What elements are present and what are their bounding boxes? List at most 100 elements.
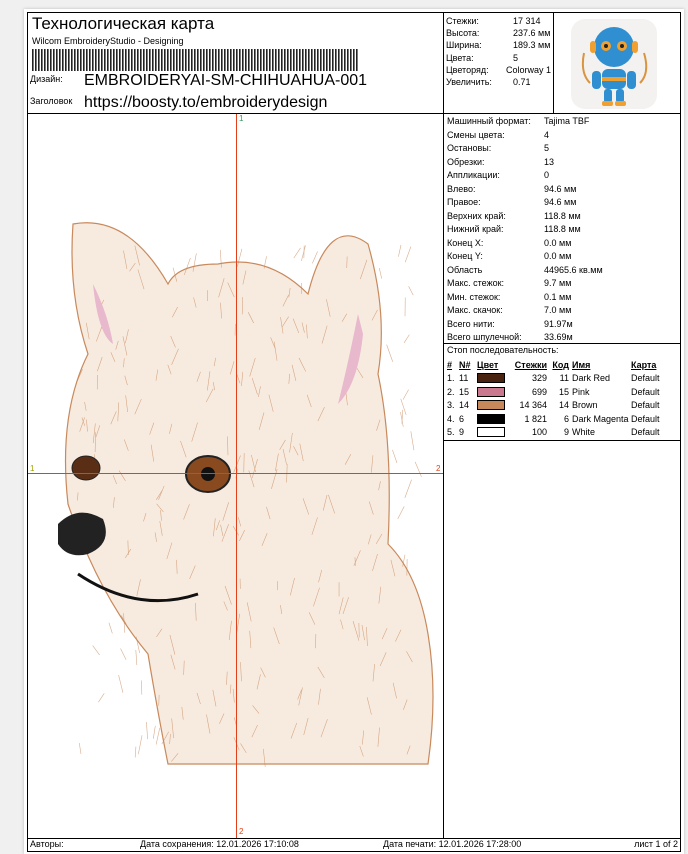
stat-row: Макс. стежок:9.7 мм	[447, 277, 677, 291]
stat-label: Машинный формат:	[447, 115, 544, 129]
stat-row: Правое:94.6 мм	[447, 196, 677, 210]
stat-label: Область	[447, 264, 544, 278]
stat-value: 237.6 мм	[513, 27, 550, 39]
footer-bar	[27, 838, 681, 852]
stat-label: Высота:	[446, 27, 513, 39]
save-date: Дата сохранения: 12.01.2026 17:10:08	[140, 839, 299, 849]
fur-stitch	[387, 345, 393, 362]
stat-label: Смены цвета:	[447, 129, 544, 143]
stat-label: Всего нити:	[447, 318, 544, 332]
barcode-bar	[230, 49, 232, 71]
stat-value: 0	[544, 169, 549, 183]
stat-label: Конец X:	[447, 237, 544, 251]
stat-row: Смены цвета:4	[447, 129, 677, 143]
app-subtitle: Wilcom EmbroideryStudio - Designing	[32, 36, 184, 46]
barcode-bar	[50, 49, 52, 71]
stat-value: 0.0 мм	[544, 250, 571, 264]
barcode-bar	[125, 49, 127, 71]
page-title: Технологическая карта	[32, 14, 214, 34]
fur-stitch	[415, 462, 421, 477]
barcode-bar	[260, 49, 262, 71]
fur-stitch	[119, 675, 123, 693]
barcode-bar	[245, 49, 247, 71]
barcode-bar	[68, 49, 70, 71]
stat-label: Верхних край:	[447, 210, 544, 224]
stat-label: Стежки:	[446, 15, 513, 27]
stat-label: Остановы:	[447, 142, 544, 156]
barcode-bar	[47, 49, 49, 71]
barcode-bar	[137, 49, 139, 71]
color-barcode	[32, 49, 358, 71]
barcode-bar	[170, 49, 172, 71]
barcode-bar	[92, 49, 94, 71]
thread-name: Dark Red	[569, 373, 631, 383]
stop-sequence-panel: Стоп последовательность: #N#ЦветСтежкиКо…	[443, 343, 681, 441]
worksheet-page: Технологическая карта Wilcom EmbroideryS…	[24, 9, 684, 854]
stat-row: Влево:94.6 мм	[447, 183, 677, 197]
barcode-bar	[350, 49, 352, 71]
barcode-bar	[140, 49, 142, 71]
barcode-bar	[110, 49, 112, 71]
barcode-bar	[167, 49, 169, 71]
marker-bottom: 2	[239, 827, 243, 836]
stop-index: 4.	[447, 414, 459, 424]
barcode-bar	[266, 49, 268, 71]
thread-name: Pink	[569, 387, 631, 397]
stat-label: Макс. стежок:	[447, 277, 544, 291]
barcode-bar	[341, 49, 343, 71]
barcode-bar	[314, 49, 316, 71]
barcode-bar	[224, 49, 226, 71]
barcode-bar	[356, 49, 358, 71]
barcode-bar	[161, 49, 163, 71]
barcode-bar	[209, 49, 211, 71]
header-panel: Технологическая карта Wilcom EmbroideryS…	[27, 12, 444, 114]
design-name: EMBROIDERYAI-SM-CHIHUAHUA-001	[84, 72, 367, 90]
barcode-bar	[332, 49, 334, 71]
fur-stitch	[93, 646, 100, 655]
barcode-bar	[347, 49, 349, 71]
needle-number: 14	[459, 400, 477, 410]
stat-row: Всего нити:91.97м	[447, 318, 677, 332]
stop-sequence-title: Стоп последовательность:	[447, 345, 677, 358]
fur-stitch	[153, 726, 155, 739]
barcode-bar	[203, 49, 205, 71]
barcode-bar	[164, 49, 166, 71]
thread-name: Brown	[569, 400, 631, 410]
barcode-bar	[116, 49, 118, 71]
thread-code: 9	[547, 427, 569, 437]
stop-index: 3.	[447, 400, 459, 410]
stat-row: Область44965.6 кв.мм	[447, 264, 677, 278]
barcode-bar	[74, 49, 76, 71]
barcode-bar	[191, 49, 193, 71]
stat-row: Аппликации:0	[447, 169, 677, 183]
stat-value: 5	[544, 142, 549, 156]
thread-chart: Default	[631, 387, 671, 397]
design-label: Дизайн:	[30, 74, 63, 84]
stop-row: 4.61 8216Dark MagentaDefault	[447, 412, 677, 426]
barcode-bar	[317, 49, 319, 71]
barcode-bar	[329, 49, 331, 71]
fur-stitch	[138, 735, 142, 754]
barcode-bar	[323, 49, 325, 71]
barcode-bar	[197, 49, 199, 71]
barcode-bar	[326, 49, 328, 71]
stat-value: 0.71	[513, 76, 531, 88]
stat-label: Конец Y:	[447, 250, 544, 264]
barcode-bar	[287, 49, 289, 71]
barcode-bar	[227, 49, 229, 71]
barcode-bar	[296, 49, 298, 71]
thread-chart: Default	[631, 400, 671, 410]
barcode-bar	[338, 49, 340, 71]
stat-label: Мин. стежок:	[447, 291, 544, 305]
fur-stitch	[398, 506, 405, 519]
empty-panel	[443, 440, 681, 839]
column-header: Стежки	[509, 360, 547, 370]
design-preview-area: 1 2 1 2	[27, 113, 444, 839]
barcode-bar	[59, 49, 61, 71]
barcode-bar	[293, 49, 295, 71]
fur-stitch	[400, 412, 403, 427]
marker-top: 1	[239, 114, 243, 123]
stitch-count: 329	[509, 373, 547, 383]
marker-right: 2	[436, 464, 440, 473]
barcode-bar	[44, 49, 46, 71]
